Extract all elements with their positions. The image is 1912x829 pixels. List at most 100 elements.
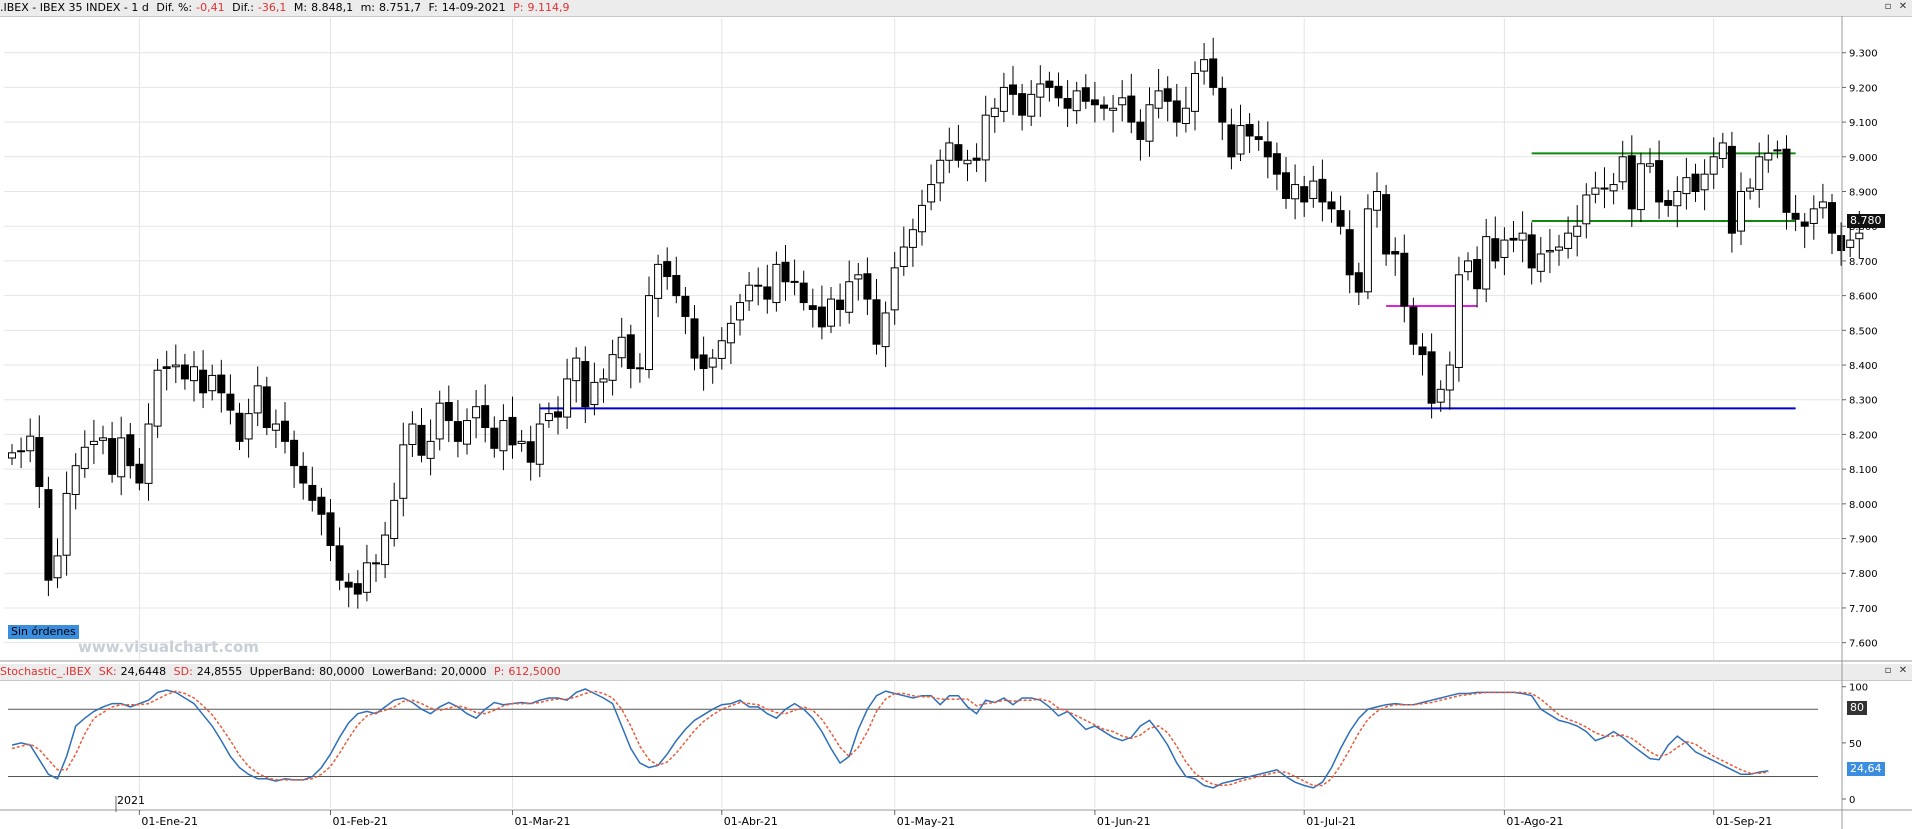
candle [645,276,653,379]
candle-body [845,281,854,313]
candle-body [1045,80,1054,88]
price-tick-label: 7.600 [1849,639,1878,650]
candle-body [281,420,289,442]
candle-body [1464,260,1472,273]
candle [1118,80,1127,122]
price-tick-label: 8.400 [1849,361,1878,372]
candle [1618,140,1627,190]
candle-body [854,274,863,280]
candle-body [408,423,417,445]
candle [1746,178,1755,200]
candle-body [1445,364,1454,391]
candle [717,327,726,370]
candle-body [44,489,53,581]
candle-body [144,423,153,484]
candle-body [1627,155,1636,210]
candle [144,403,153,501]
candle-body [1436,388,1445,403]
candle [26,418,35,463]
price-badge: 8.780 [1847,214,1885,228]
orders-badge: Sin órdenes [8,625,79,639]
candle-body [35,437,44,487]
candle-body [708,357,717,368]
candle-body [817,306,826,328]
candle [1400,234,1409,323]
candle [162,350,171,391]
candle [554,396,562,435]
candle [53,538,62,589]
candle [1664,189,1673,217]
candle [1282,157,1290,209]
candle [1200,42,1209,85]
candle [244,398,253,458]
candle-body [8,452,16,459]
candle-body [1837,235,1846,252]
candle-body [1682,177,1691,195]
candle-body [472,406,481,419]
candle [1218,76,1227,141]
candle [1172,83,1181,137]
candle [1527,222,1536,285]
candle [1454,256,1463,382]
price-tick-label: 7.700 [1849,604,1878,615]
candle-body [190,366,198,382]
candle-body [1282,172,1290,199]
stoch-upper-badge: 80 [1847,701,1867,715]
chart-canvas[interactable]: 7.600 7.700 7.800 7.900 8.000 8.100 8.200 8.300… [0,0,1912,829]
time-tick-label: 01-Ago-21 [1506,815,1563,828]
candle-body [1363,208,1372,293]
candle [1154,69,1163,119]
price-tick-label: 8.100 [1849,465,1878,476]
candle-body [1254,136,1263,140]
candle [1345,210,1354,294]
candle [1090,81,1099,123]
candle-body [1755,156,1764,190]
candle [999,72,1008,123]
candle-body [1855,232,1864,240]
candle-body [1400,252,1409,307]
candle [1127,73,1136,134]
candle [1418,333,1427,376]
candle-body [1127,95,1136,123]
candle [335,527,344,591]
candle [290,430,299,488]
candle-body [381,534,390,566]
candle-body [1791,212,1800,220]
candle [262,376,271,436]
candle-body [1773,149,1782,152]
candle-body [672,274,681,297]
candle-body [645,295,653,371]
candle-body [1245,124,1254,137]
candle-body [1800,221,1809,227]
candle [1500,227,1509,276]
candle [517,429,526,452]
candle-body [1527,234,1536,269]
candle [863,257,872,316]
candle [1336,195,1345,235]
candle-body [99,437,107,441]
candle-body [126,434,135,467]
candle-body [681,295,690,317]
candle-body [1327,201,1336,210]
candle [372,554,380,582]
candle [253,366,262,427]
candle [817,285,826,340]
candle [1009,65,1017,116]
candle-body [362,562,371,593]
candle-body [918,204,926,233]
candle-body [1373,191,1381,211]
candle [699,336,708,391]
candle-body [945,142,954,161]
candle [1054,72,1063,107]
candle [1327,191,1336,223]
candle-body [1545,250,1554,253]
candle-body [544,413,553,422]
candle [963,149,972,182]
candle [89,419,98,464]
candle [62,471,71,576]
candle-body [326,512,335,546]
candle [1545,228,1554,274]
candle-body [1591,187,1600,195]
candle-body [581,361,590,408]
candle [626,324,635,389]
